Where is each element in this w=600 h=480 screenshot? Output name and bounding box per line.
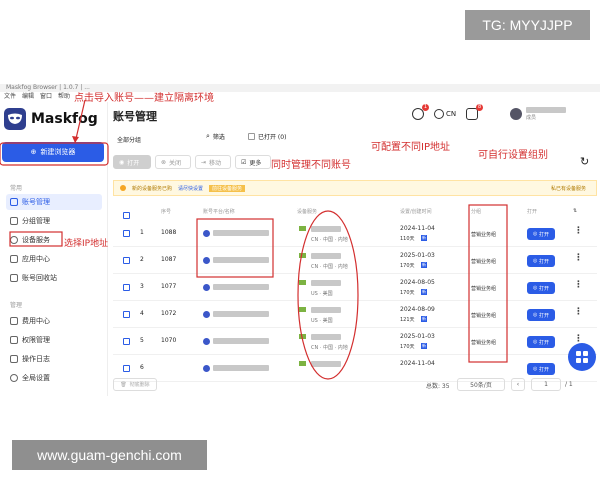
- annotation-overlay: [0, 99, 508, 380]
